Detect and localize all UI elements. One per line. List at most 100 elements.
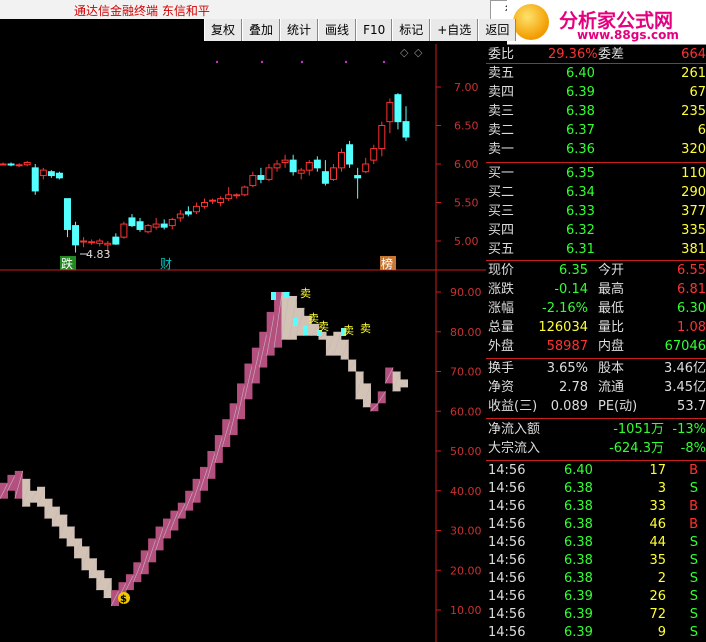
candle-body[interactable] — [386, 101, 394, 123]
candle-body[interactable] — [329, 167, 337, 180]
sell-level-row[interactable]: 卖三 6.38 235 — [486, 103, 706, 121]
candle-body[interactable] — [15, 164, 23, 167]
candle-body[interactable] — [321, 171, 329, 184]
candle-body[interactable] — [201, 202, 208, 207]
candle-body[interactable] — [7, 163, 15, 166]
candle-body[interactable] — [63, 198, 71, 230]
stat-value-2: 3.45亿 — [664, 380, 706, 395]
candle-body[interactable] — [104, 242, 112, 246]
sell-label-4: 卖 — [343, 324, 354, 337]
sell-label-3: 卖 — [318, 320, 329, 333]
statistics-button[interactable]: 统计 — [280, 19, 319, 41]
candle-body[interactable] — [273, 163, 281, 169]
tick-row[interactable]: 14:56 6.39 26 S — [486, 588, 706, 606]
draw-line-button[interactable]: 画线 — [318, 19, 357, 41]
candle-body[interactable] — [338, 151, 346, 169]
candle-body[interactable] — [144, 225, 152, 233]
restore-rights-button[interactable]: 复权 — [204, 19, 243, 41]
sell-label-1: 卖 — [300, 287, 311, 300]
candle-body[interactable] — [362, 163, 370, 173]
buy-level-row[interactable]: 买三 6.33 377 — [486, 203, 706, 221]
tick-price: 6.39 — [564, 589, 593, 604]
tick-row[interactable]: 14:56 6.38 46 B — [486, 516, 706, 534]
candle-body[interactable] — [346, 144, 354, 165]
candle-body[interactable] — [354, 175, 362, 179]
candle-body[interactable] — [370, 148, 378, 161]
candle-body[interactable] — [217, 198, 225, 203]
candle-body[interactable] — [378, 125, 386, 150]
level-volume: 320 — [681, 142, 706, 157]
indicator-tick-label: 40.00 — [450, 485, 482, 498]
candle-body[interactable] — [281, 159, 289, 163]
candle-body[interactable] — [120, 223, 128, 238]
buy-level-row[interactable]: 买五 6.31 381 — [486, 241, 706, 259]
sell-level-row[interactable]: 卖二 6.37 6 — [486, 122, 706, 140]
candle-body[interactable] — [305, 161, 313, 171]
diamond-icon[interactable]: ◇ — [400, 46, 409, 59]
candle-body[interactable] — [265, 167, 273, 180]
candle-body[interactable] — [313, 159, 321, 169]
candle-body[interactable] — [128, 217, 136, 227]
tick-row[interactable]: 14:56 6.38 33 B — [486, 498, 706, 516]
tick-row[interactable]: 14:56 6.39 9 S — [486, 624, 706, 642]
candle-body[interactable] — [225, 194, 233, 200]
signal-dot — [300, 60, 304, 64]
buy-level-row[interactable]: 买四 6.32 335 — [486, 222, 706, 240]
candle-body[interactable] — [0, 163, 7, 166]
tick-row[interactable]: 14:56 6.38 2 S — [486, 570, 706, 588]
tick-time: 14:56 — [488, 499, 526, 514]
mark-button[interactable]: 标记 — [392, 19, 431, 41]
candle-body[interactable] — [152, 223, 160, 228]
candle-body[interactable] — [184, 211, 192, 215]
candle-body[interactable] — [31, 167, 39, 192]
diamond-icon-2[interactable]: ◇ — [414, 46, 423, 59]
indicator-tick-label: 80.00 — [450, 326, 482, 339]
f10-button[interactable]: F10 — [356, 19, 393, 41]
add-watchlist-button[interactable]: +自选 — [430, 19, 479, 41]
tick-row[interactable]: 14:56 6.38 44 S — [486, 534, 706, 552]
buy-level-row[interactable]: 买二 6.34 290 — [486, 184, 706, 202]
candle-body[interactable] — [289, 159, 297, 173]
candle-body[interactable] — [136, 221, 144, 230]
candle-body[interactable] — [39, 169, 47, 177]
candle-body[interactable] — [257, 175, 265, 180]
candle-body[interactable] — [72, 225, 80, 246]
candle-body[interactable] — [394, 94, 402, 123]
tick-row[interactable]: 14:56 6.38 3 S — [486, 480, 706, 498]
overlay-button[interactable]: 叠加 — [242, 19, 281, 41]
tick-volume: 9 — [657, 625, 666, 640]
candle-body[interactable] — [23, 161, 31, 166]
candle-body[interactable] — [192, 205, 200, 213]
tick-row[interactable]: 14:56 6.38 35 S — [486, 552, 706, 570]
candle-body[interactable] — [209, 199, 217, 202]
candle-body[interactable] — [96, 240, 104, 244]
candle-body[interactable] — [88, 241, 96, 244]
signal-dot — [215, 60, 219, 64]
candle-body[interactable] — [168, 218, 176, 227]
candle-body[interactable] — [297, 169, 305, 174]
divider — [486, 358, 706, 359]
candle-body[interactable] — [47, 171, 55, 177]
back-button[interactable]: 返回 — [478, 19, 517, 41]
divider — [486, 418, 706, 419]
candle-body[interactable] — [176, 213, 184, 219]
sell-level-row[interactable]: 卖四 6.39 67 — [486, 84, 706, 102]
sell-level-row[interactable]: 卖一 6.36 320 — [486, 141, 706, 159]
candle-body[interactable] — [233, 194, 241, 197]
candle-body[interactable] — [112, 236, 120, 245]
candle-body[interactable] — [160, 223, 168, 228]
candle-body[interactable] — [249, 175, 257, 187]
tick-row[interactable]: 14:56 6.39 72 S — [486, 606, 706, 624]
sell-level-row[interactable]: 卖五 6.40 261 — [486, 65, 706, 83]
candle-body[interactable] — [80, 240, 88, 243]
price-tick-label: 7.00 — [454, 81, 479, 94]
candle-body[interactable] — [55, 172, 63, 179]
stat-label-2: 流通 — [598, 380, 625, 395]
buy-level-row[interactable]: 买一 6.35 110 — [486, 165, 706, 183]
tick-row[interactable]: 14:56 6.40 17 B — [486, 462, 706, 480]
tick-price: 6.39 — [564, 607, 593, 622]
candle-body[interactable] — [241, 186, 249, 196]
candle-body[interactable] — [402, 121, 410, 138]
chart-area[interactable]: ◇ ◇ 7.00 6.50 6.00 5.50 5.00 4.83 跌 财 榜 90.0… — [0, 41, 486, 642]
tick-side: S — [689, 571, 698, 586]
